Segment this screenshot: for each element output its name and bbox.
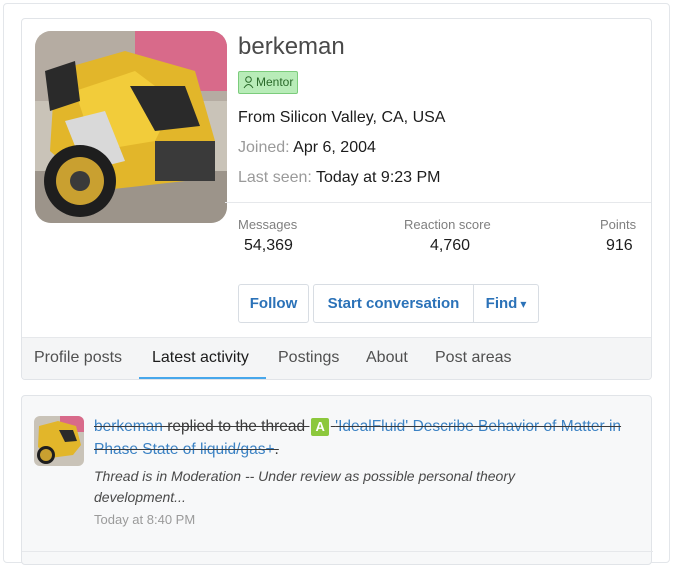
last-seen-label: Last seen: — [238, 169, 312, 186]
activity-snippet: Thread is in Moderation -- Under review … — [94, 468, 515, 505]
tab-post-areas[interactable]: Post areas — [435, 349, 511, 367]
mentor-icon — [243, 75, 254, 93]
mentor-badge: Mentor — [238, 71, 299, 94]
profile-card: berkeman Mentor From Silicon Valley, CA,… — [21, 18, 652, 380]
tab-latest-activity[interactable]: Latest activity — [152, 349, 249, 367]
tab-profile-posts[interactable]: Profile posts — [34, 349, 122, 367]
avatar[interactable] — [35, 31, 227, 223]
activity-feed: berkeman replied to the thread A 'IdealF… — [21, 395, 653, 565]
follow-button[interactable]: Follow — [238, 284, 309, 323]
activity-action: replied to the thread — [162, 418, 310, 435]
profile-tabs: Profile posts Latest activity Postings A… — [22, 337, 651, 379]
stat-points-label: Points — [600, 217, 637, 232]
last-seen-line: Last seen: Today at 9:23 PM — [238, 169, 441, 187]
feed-divider — [22, 551, 653, 552]
start-conversation-button[interactable]: Start conversation — [313, 284, 474, 323]
activity-user-link[interactable]: berkeman — [94, 418, 163, 435]
activity-avatar[interactable] — [34, 416, 84, 466]
last-seen-value: Today at 9:23 PM — [315, 169, 441, 186]
find-button[interactable]: Find ▾ — [473, 284, 539, 323]
tab-about[interactable]: About — [366, 349, 408, 367]
stat-messages-label: Messages — [238, 217, 298, 232]
stat-reaction-value[interactable]: 4,760 — [430, 237, 470, 255]
active-tab-indicator — [139, 377, 266, 379]
activity-trailing: . — [274, 441, 279, 458]
username: berkeman — [238, 33, 345, 60]
stat-reaction-label: Reaction score — [404, 217, 491, 232]
badge-label: Mentor — [256, 75, 294, 89]
joined-label: Joined: — [238, 139, 290, 156]
avatar-image — [35, 31, 227, 223]
stat-messages-value[interactable]: 54,369 — [244, 237, 293, 255]
tab-postings[interactable]: Postings — [278, 349, 339, 367]
divider — [225, 202, 651, 203]
activity-avatar-image — [34, 416, 84, 466]
thread-prefix-badge: A — [311, 418, 329, 436]
joined-value: Apr 6, 2004 — [293, 139, 376, 156]
activity-timestamp[interactable]: Today at 8:40 PM — [94, 512, 195, 527]
location: From Silicon Valley, CA, USA — [238, 109, 446, 126]
chevron-down-icon: ▾ — [520, 296, 527, 311]
find-label: Find — [485, 295, 518, 312]
activity-text: berkeman replied to the thread A 'IdealF… — [94, 415, 624, 461]
stat-points-value[interactable]: 916 — [606, 237, 633, 255]
joined-line: Joined: Apr 6, 2004 — [238, 139, 376, 157]
